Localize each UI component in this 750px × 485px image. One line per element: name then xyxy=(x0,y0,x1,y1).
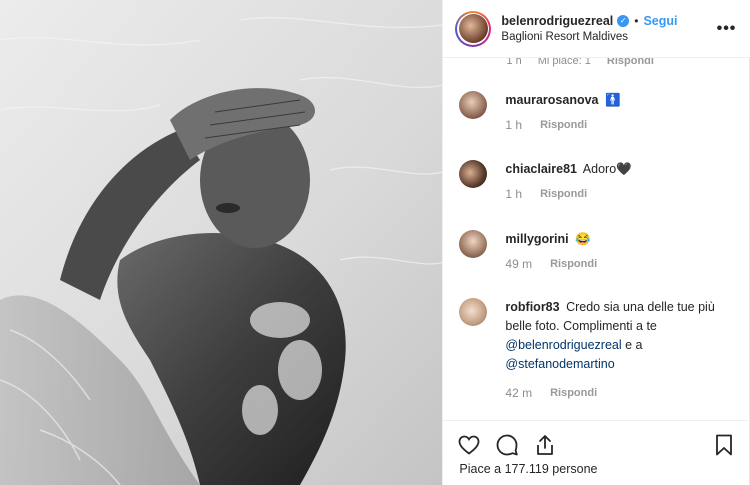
comment-emoji: 😂 xyxy=(575,232,591,246)
instagram-post: belenrodriguezreal ✓ • Segui Baglioni Re… xyxy=(0,0,750,485)
reply-button[interactable]: Rispondi xyxy=(550,384,597,403)
commenter-username[interactable]: millygorini xyxy=(505,232,568,246)
heart-icon[interactable] xyxy=(457,433,481,457)
comment-time: 1 h xyxy=(505,118,523,132)
post-side-panel: belenrodriguezreal ✓ • Segui Baglioni Re… xyxy=(442,0,750,485)
author-username[interactable]: belenrodriguezreal xyxy=(501,13,613,29)
commenter-avatar[interactable] xyxy=(459,160,488,188)
reply-button[interactable]: Rispondi xyxy=(607,58,654,67)
author-info: belenrodriguezreal ✓ • Segui Baglioni Re… xyxy=(501,13,677,45)
likes-count[interactable]: Piace a 177.119 persone xyxy=(459,462,597,476)
comment-time: 49 m xyxy=(505,257,533,271)
comment-mention[interactable]: @stefanodemartino xyxy=(505,357,614,371)
verified-badge-icon: ✓ xyxy=(617,14,630,27)
reply-button[interactable]: Rispondi xyxy=(550,255,597,274)
commenter-username[interactable]: robfior83 xyxy=(505,300,559,314)
commenter-username[interactable]: chiaclaire81 xyxy=(505,162,577,176)
post-photo[interactable] xyxy=(0,0,443,485)
comment-icon[interactable] xyxy=(495,433,519,457)
comment-emoji: 🚹 xyxy=(605,93,621,107)
post-header: belenrodriguezreal ✓ • Segui Baglioni Re… xyxy=(443,0,750,58)
comment-emoji: 🖤 xyxy=(616,162,632,176)
author-avatar[interactable] xyxy=(455,10,492,47)
comments-list[interactable]: 1 h Mi piace: 1 Rispondi maurarosanova 🚹… xyxy=(443,58,750,420)
comment-time: 1 h xyxy=(506,58,522,67)
commenter-username[interactable]: maurarosanova xyxy=(505,93,598,107)
comment-item: maurarosanova 🚹 1 h Rispondi xyxy=(459,91,739,135)
commenter-avatar[interactable] xyxy=(459,230,488,258)
commenter-avatar[interactable] xyxy=(459,91,488,119)
comment-time: 42 m xyxy=(505,386,533,400)
comment-text-conjunction: e a xyxy=(625,338,643,352)
commenter-avatar[interactable] xyxy=(459,298,488,326)
comment-item: robfior83 Credo sia una delle tue più be… xyxy=(459,298,739,403)
action-icons xyxy=(457,433,557,457)
comment-item: millygorini 😂 49 m Rispondi xyxy=(459,230,739,274)
reply-button[interactable]: Rispondi xyxy=(540,116,587,135)
reply-button[interactable]: Rispondi xyxy=(540,185,587,204)
more-icon[interactable]: ••• xyxy=(717,20,737,38)
comment-mention[interactable]: @belenrodriguezreal xyxy=(505,338,621,352)
post-location[interactable]: Baglioni Resort Maldives xyxy=(501,29,677,45)
comment-time: 1 h xyxy=(505,187,523,201)
share-icon[interactable] xyxy=(533,433,557,457)
follow-button[interactable]: Segui xyxy=(643,13,677,29)
comment-item: chiaclaire81 Adoro🖤 1 h Rispondi xyxy=(459,160,739,204)
comment-likes[interactable]: Mi piace: 1 xyxy=(538,58,591,67)
photo-illustration xyxy=(0,0,443,485)
post-actions: Piace a 177.119 persone xyxy=(443,420,750,485)
partial-comment-meta: 1 h Mi piace: 1 Rispondi xyxy=(506,58,654,67)
comment-text: Adoro xyxy=(582,162,617,176)
bookmark-icon[interactable] xyxy=(712,433,736,457)
header-separator: • xyxy=(634,13,639,28)
